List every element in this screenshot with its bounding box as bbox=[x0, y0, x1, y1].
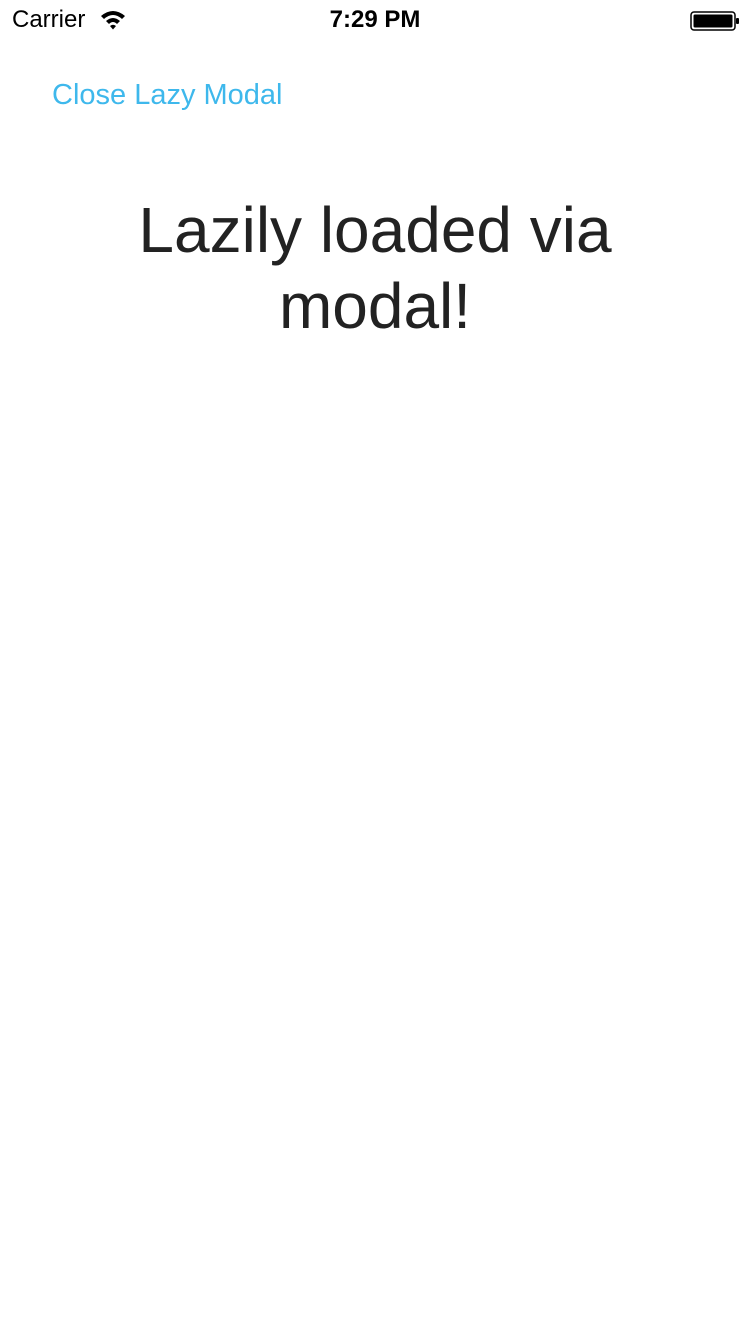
close-modal-button[interactable]: Close Lazy Modal bbox=[52, 78, 283, 112]
clock: 7:29 PM bbox=[329, 6, 421, 33]
status-bar: Carrier 7:29 PM bbox=[0, 0, 750, 40]
battery-icon bbox=[690, 10, 740, 32]
modal-heading: Lazily loaded via modal! bbox=[138, 194, 612, 342]
